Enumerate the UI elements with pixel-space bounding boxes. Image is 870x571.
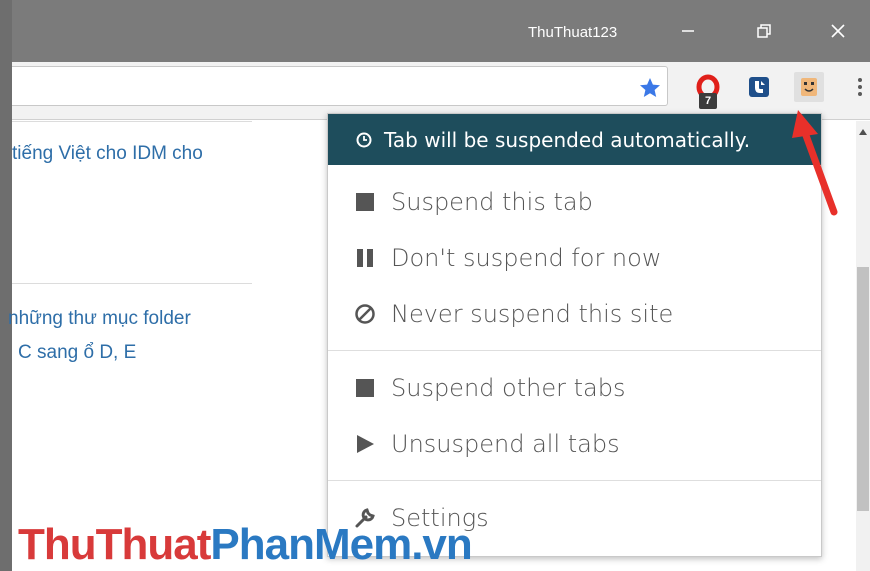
article-link-2[interactable]: những thư mục folder xyxy=(8,308,191,330)
divider xyxy=(12,283,252,284)
great-suspender-icon xyxy=(801,78,817,96)
watermark-part-1: ThuThuat xyxy=(18,520,211,569)
browser-toolbar xyxy=(12,62,870,120)
menu-item-label: Suspend this tab xyxy=(391,188,593,216)
save-extension-button[interactable] xyxy=(744,72,774,102)
block-icon xyxy=(353,302,377,326)
close-icon xyxy=(831,24,845,38)
pause-icon xyxy=(353,246,377,270)
watermark-part-2: PhanMem.vn xyxy=(210,520,472,569)
popup-status-header: Tab will be suspended automatically. xyxy=(328,114,821,165)
suspender-popup: Tab will be suspended automatically. Sus… xyxy=(327,113,822,557)
unsuspend-all-tabs-item[interactable]: Unsuspend all tabs xyxy=(328,420,821,468)
scroll-thumb[interactable] xyxy=(857,267,869,511)
extension-badge: 7 xyxy=(699,93,717,109)
menu-item-label: Never suspend this site xyxy=(391,300,674,328)
square-icon xyxy=(353,376,377,400)
window-title: ThuThuat123 xyxy=(528,24,618,41)
dont-suspend-item[interactable]: Don't suspend for now xyxy=(328,234,821,282)
page-scrollbar[interactable] xyxy=(856,121,870,571)
great-suspender-button[interactable] xyxy=(794,72,824,102)
window-left-frame xyxy=(0,0,12,571)
star-icon[interactable] xyxy=(638,76,662,100)
suspend-this-tab-item[interactable]: Suspend this tab xyxy=(328,178,821,226)
menu-separator xyxy=(328,350,821,351)
divider xyxy=(12,121,252,122)
window-titlebar: ThuThuat123 xyxy=(0,0,870,62)
watermark-logo: ThuThuatPhanMem.vn xyxy=(18,520,473,570)
clock-icon xyxy=(356,132,372,147)
menu-item-label: Don't suspend for now xyxy=(391,244,662,272)
scroll-up-icon[interactable] xyxy=(856,125,870,139)
popup-status-text: Tab will be suspended automatically. xyxy=(384,127,751,152)
menu-item-label: Suspend other tabs xyxy=(391,374,626,402)
play-icon xyxy=(353,432,377,456)
restore-icon xyxy=(757,24,771,38)
address-bar[interactable] xyxy=(12,66,668,106)
never-suspend-site-item[interactable]: Never suspend this site xyxy=(328,290,821,338)
browser-menu-icon[interactable] xyxy=(852,74,868,100)
square-icon xyxy=(353,190,377,214)
article-link-3[interactable]: C sang ổ D, E xyxy=(18,342,136,364)
minimize-icon xyxy=(682,30,694,32)
menu-separator xyxy=(328,480,821,481)
close-button[interactable] xyxy=(818,14,858,48)
restore-button[interactable] xyxy=(744,14,784,48)
menu-item-label: Unsuspend all tabs xyxy=(391,430,620,458)
article-link-1[interactable]: tiếng Việt cho IDM cho xyxy=(12,143,203,165)
minimize-button[interactable] xyxy=(668,14,708,48)
annotation-arrow-icon xyxy=(792,110,838,216)
save-extension-icon xyxy=(749,77,769,97)
suspend-other-tabs-item[interactable]: Suspend other tabs xyxy=(328,364,821,412)
